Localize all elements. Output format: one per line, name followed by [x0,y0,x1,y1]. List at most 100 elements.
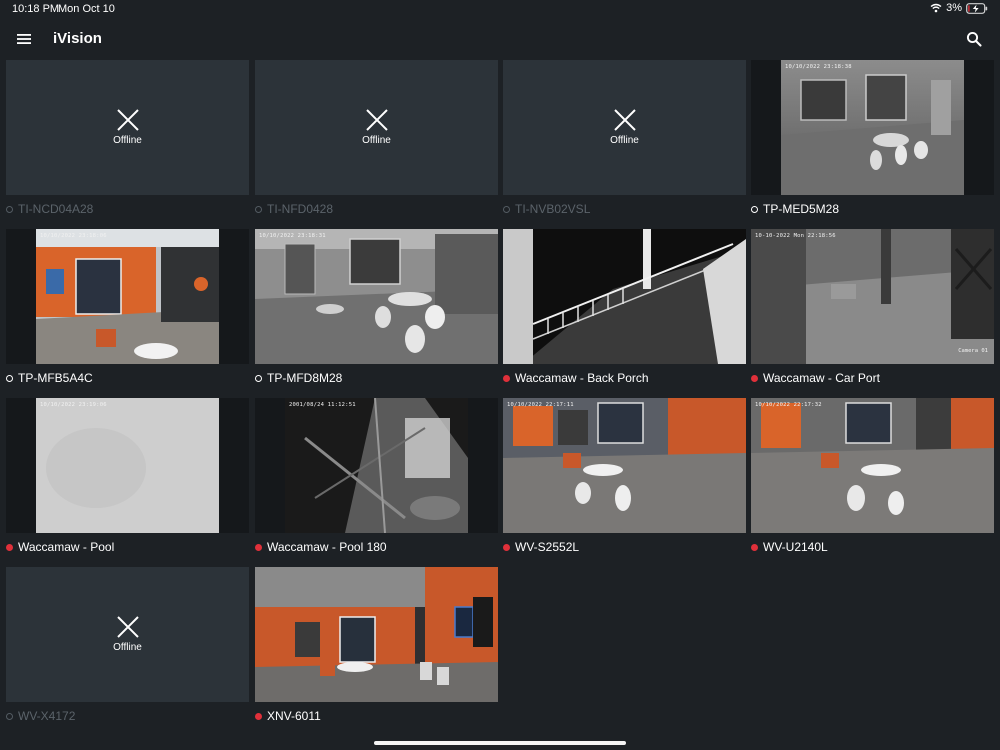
video-timestamp: 2001/08/24 11:12:51 [289,402,356,408]
camera-label: TI-NVB02VSL [503,201,590,217]
status-date: Mon Oct 10 [58,3,115,15]
video-frame: 10/10/2022 23:18:06 [36,229,219,364]
camera-tile-waccamaw-car-port[interactable]: 10-10-2022 Mon 22:18:56 Camera 01 Waccam… [751,229,994,389]
camera-name: TP-MFB5A4C [18,371,93,385]
video-timestamp: 10/10/2022 23:19:06 [40,402,107,408]
video-frame: 10/10/2022 23:19:06 [36,398,219,533]
video-frame: 2001/08/24 11:12:51 [285,398,468,533]
offline-text: Offline [610,135,639,146]
camera-label: Waccamaw - Car Port [751,370,880,386]
hamburger-menu-icon [17,34,31,44]
camera-tile-ti-nfd0428[interactable]: Offline TI-NFD0428 [255,60,498,220]
camera-name: WV-X4172 [18,709,76,723]
camera-label: WV-U2140L [751,539,828,555]
offline-text: Offline [362,135,391,146]
camera-tile-waccamaw-pool[interactable]: 10/10/2022 23:19:06 Waccamaw - Pool [6,398,249,558]
camera-tile-wv-u2140l[interactable]: 10/10/2022 22:17:32 WV-U2140L [751,398,994,558]
battery-percent: 3% [946,2,962,14]
camera-name: TI-NFD0428 [267,202,334,216]
camera-feed: 10/10/2022 22:17:11 [503,398,746,533]
camera-overlay-label: Camera 01 [958,348,988,354]
status-indicator-live [255,712,262,720]
camera-name: TP-MED5M28 [763,202,840,216]
camera-name: TI-NCD04A28 [18,202,94,216]
battery-charging-icon [966,2,988,14]
offline-text: Offline [113,642,142,653]
camera-tile-wv-x4172[interactable]: Offline WV-X4172 [6,567,249,727]
camera-feed: 10/10/2022 22:17:32 [751,398,994,533]
camera-feed: 10/10/2022 23:18:06 [6,229,249,364]
camera-tile-tp-mfd8m28[interactable]: 10/10/2022 23:18:31 TP-MFD8M28 [255,229,498,389]
camera-name: Waccamaw - Car Port [763,371,880,385]
video-timestamp: 10/10/2022 23:18:06 [40,233,107,239]
camera-name: Waccamaw - Back Porch [515,371,649,385]
camera-feed: 10/10/2022 23:19:06 [6,398,249,533]
camera-label: Waccamaw - Pool 180 [255,539,387,555]
camera-name: TI-NVB02VSL [515,202,591,216]
video-frame: 10/10/2022 23:18:31 [255,229,498,364]
camera-feed: 10/10/2022 23:18:31 [255,229,498,364]
status-indicator-live [751,374,758,382]
camera-name: Waccamaw - Pool 180 [267,540,387,554]
status-indicator-live [503,374,510,382]
home-indicator[interactable] [374,741,626,745]
offline-text: Offline [113,135,142,146]
app-title: iVision [53,30,102,47]
video-frame [503,229,746,364]
status-bar: 10:18 PM Mon Oct 10 3% [0,0,1000,20]
wifi-icon [930,3,942,13]
camera-tile-xnv-6011[interactable]: XNV-6011 [255,567,498,727]
video-timestamp: 10/10/2022 23:18:38 [785,64,852,70]
camera-label: WV-S2552L [503,539,579,555]
camera-feed [255,567,498,702]
camera-feed: 10/10/2022 23:18:38 [751,60,994,195]
camera-label: TI-NCD04A28 [6,201,93,217]
offline-x-icon [116,616,139,638]
offline-x-icon [116,109,139,131]
camera-feed-offline: Offline [6,60,249,195]
status-indicator-offline [6,205,13,213]
camera-name: TP-MFD8M28 [267,371,343,385]
offline-x-icon [365,109,388,131]
video-timestamp: 10/10/2022 23:18:31 [259,233,326,239]
camera-tile-wv-s2552l[interactable]: 10/10/2022 22:17:11 WV-S2552L [503,398,746,558]
camera-label: Waccamaw - Back Porch [503,370,649,386]
status-indicator-live [6,543,13,551]
video-frame: 10-10-2022 Mon 22:18:56 Camera 01 [751,229,994,364]
status-time: 10:18 PM [12,3,60,15]
video-frame [255,567,498,702]
video-frame: 10/10/2022 22:17:32 [751,398,994,533]
status-indicator-offline [503,205,510,213]
camera-label: TP-MFD8M28 [255,370,342,386]
status-indicator-connected [751,205,758,213]
video-timestamp: 10-10-2022 Mon 22:18:56 [755,233,836,239]
camera-feed-offline: Offline [503,60,746,195]
camera-tile-ti-ncd04a28[interactable]: Offline TI-NCD04A28 [6,60,249,220]
camera-tile-waccamaw-back-porch[interactable]: Waccamaw - Back Porch [503,229,746,389]
offline-x-icon [613,109,636,131]
camera-label: TP-MED5M28 [751,201,839,217]
video-frame: 10/10/2022 22:17:11 [503,398,746,533]
camera-tile-tp-mfb5a4c[interactable]: 10/10/2022 23:18:06 TP-MFB5A4C [6,229,249,389]
camera-tile-tp-med5m28[interactable]: 10/10/2022 23:18:38 TP-MED5M28 [751,60,994,220]
status-indicator-live [503,543,510,551]
camera-label: TI-NFD0428 [255,201,333,217]
video-timestamp: 10/10/2022 22:17:11 [507,402,574,408]
camera-tile-waccamaw-pool-180[interactable]: 2001/08/24 11:12:51 Waccamaw - Pool 180 [255,398,498,558]
status-indicator-live [751,543,758,551]
menu-button[interactable] [14,29,34,49]
camera-feed: 2001/08/24 11:12:51 [255,398,498,533]
app-bar: iVision [0,20,1000,58]
camera-name: Waccamaw - Pool [18,540,115,554]
search-button[interactable] [964,29,984,49]
status-indicators: 3% [930,2,988,14]
camera-label: WV-X4172 [6,708,75,724]
camera-label: TP-MFB5A4C [6,370,93,386]
status-indicator-live [255,543,262,551]
camera-name: XNV-6011 [267,709,321,723]
camera-tile-ti-nvb02vsl[interactable]: Offline TI-NVB02VSL [503,60,746,220]
video-timestamp: 10/10/2022 22:17:32 [755,402,822,408]
status-indicator-connected [255,374,262,382]
camera-feed: 10-10-2022 Mon 22:18:56 Camera 01 [751,229,994,364]
camera-name: WV-S2552L [515,540,580,554]
